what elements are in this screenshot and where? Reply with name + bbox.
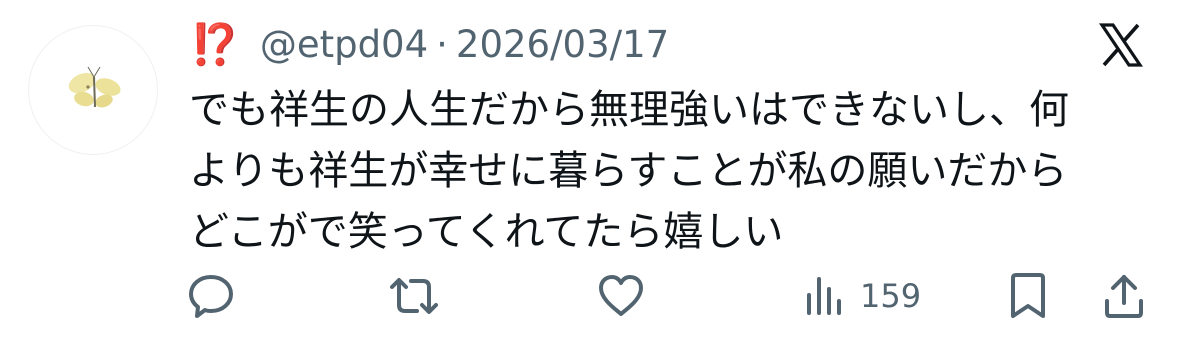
- user-handle[interactable]: @etpd04: [260, 23, 428, 66]
- reply-icon: [189, 275, 233, 318]
- post-date[interactable]: 2026/03/17: [456, 23, 669, 66]
- tweet-text-line: でも祥生の人生だから無理強いはできないし、何: [189, 87, 1069, 133]
- separator-dot: ·: [436, 22, 448, 66]
- tweet-text-line: よりも祥生が幸せに暮らすことが私の願いだから: [189, 148, 1068, 194]
- retweet-button[interactable]: [386, 266, 442, 326]
- butterfly-icon: [68, 66, 121, 108]
- views-button[interactable]: 159: [804, 266, 921, 326]
- views-count: 159: [860, 277, 922, 315]
- bookmark-button[interactable]: [1006, 266, 1050, 326]
- display-name[interactable]: ⁉️: [190, 21, 240, 68]
- like-button[interactable]: [596, 266, 646, 326]
- bookmark-icon: [1011, 273, 1045, 318]
- tweet-text: でも祥生の人生だから無理強いはできないし、何 よりも祥生が幸せに暮らすことが私の…: [189, 80, 1149, 263]
- action-bar: 159: [0, 266, 1178, 326]
- tweet-card: ⁉️ @etpd04 · 2026/03/17 でも祥生の人生だから無理強いはで…: [0, 0, 1178, 338]
- share-icon: [1105, 275, 1143, 318]
- x-logo-icon: [1098, 23, 1144, 67]
- retweet-icon: [390, 278, 438, 314]
- views-icon: [807, 277, 841, 315]
- avatar[interactable]: [28, 25, 158, 155]
- tweet-header: ⁉️ @etpd04 · 2026/03/17: [190, 18, 669, 70]
- share-button[interactable]: [1102, 266, 1146, 326]
- tweet-text-line: どこがで笑ってくれてたら嬉しい: [189, 209, 784, 255]
- like-icon: [599, 275, 643, 316]
- reply-button[interactable]: [186, 266, 236, 326]
